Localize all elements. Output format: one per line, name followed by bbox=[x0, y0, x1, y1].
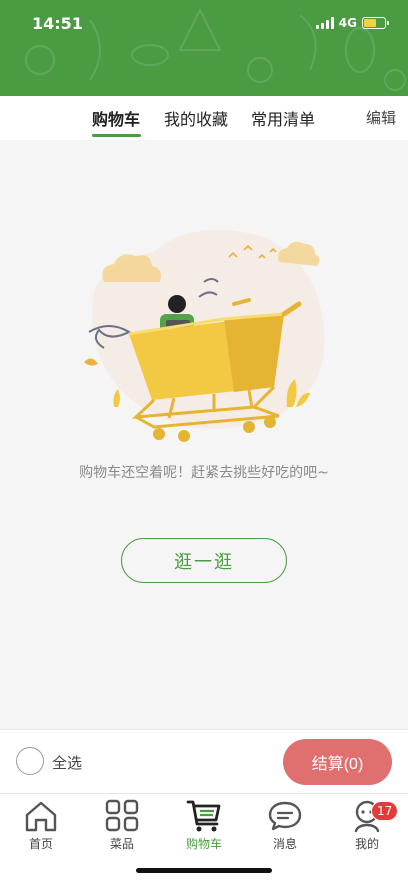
empty-cart-message: 购物车还空着呢！赶紧去挑些好吃的吧~ bbox=[79, 465, 329, 481]
nav-messages-label: 消息 bbox=[272, 837, 297, 851]
tab-favorites[interactable]: 我的收藏 bbox=[164, 106, 228, 130]
cart-tabs: 购物车 我的收藏 常用清单 编辑 bbox=[0, 96, 408, 140]
message-icon bbox=[268, 801, 302, 831]
select-all-checkbox[interactable] bbox=[16, 747, 44, 775]
grid-icon bbox=[105, 799, 139, 832]
notification-badge: 17 bbox=[371, 801, 399, 821]
tab-frequent-list[interactable]: 常用清单 bbox=[251, 106, 315, 130]
select-all-label[interactable]: 全选 bbox=[52, 752, 82, 773]
nav-home-label: 首页 bbox=[28, 837, 53, 851]
status-header: 14:51 4G bbox=[0, 0, 408, 96]
edit-button[interactable]: 编辑 bbox=[366, 107, 396, 128]
network-label: 4G bbox=[338, 16, 357, 30]
nav-messages[interactable]: 消息 bbox=[250, 798, 320, 852]
battery-icon bbox=[362, 17, 389, 29]
nav-profile-label: 我的 bbox=[354, 837, 379, 851]
nav-cart-label: 购物车 bbox=[185, 837, 222, 851]
nav-dishes-label: 菜品 bbox=[109, 837, 134, 851]
active-tab-underline bbox=[92, 134, 141, 137]
nav-dishes[interactable]: 菜品 bbox=[87, 798, 157, 852]
nav-profile[interactable]: 我的 17 bbox=[332, 798, 402, 852]
checkout-button[interactable]: 结算(0) bbox=[283, 739, 392, 785]
empty-cart-illustration bbox=[84, 229, 325, 442]
home-icon bbox=[25, 801, 57, 832]
browse-button[interactable]: 逛一逛 bbox=[121, 538, 287, 583]
checkout-bar: 全选 结算(0) bbox=[0, 729, 408, 793]
tab-cart[interactable]: 购物车 bbox=[92, 106, 140, 130]
status-time: 14:51 bbox=[32, 14, 83, 33]
home-indicator bbox=[136, 868, 272, 873]
signal-icon bbox=[315, 17, 334, 29]
nav-cart[interactable]: 购物车 bbox=[169, 798, 239, 852]
status-indicators: 4G bbox=[315, 16, 389, 30]
cart-icon bbox=[186, 800, 221, 832]
nav-home[interactable]: 首页 bbox=[6, 798, 76, 852]
